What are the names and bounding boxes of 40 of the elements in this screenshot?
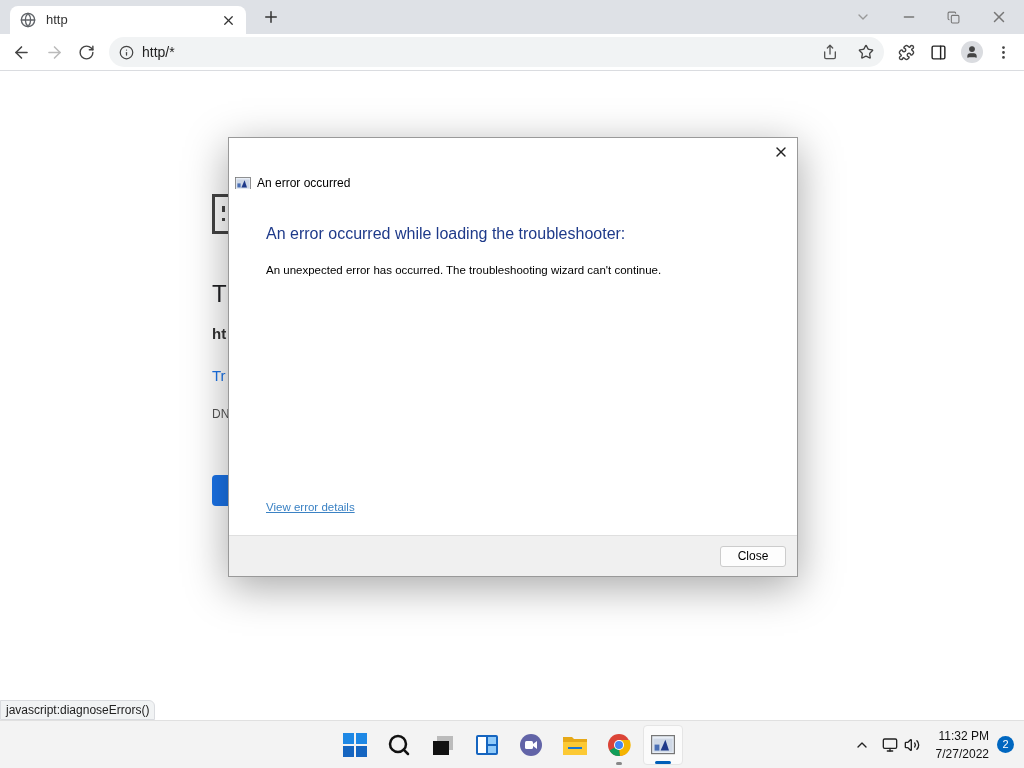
- bookmark-icon[interactable]: [858, 44, 875, 60]
- status-bubble: javascript:diagnoseErrors(): [0, 700, 156, 720]
- side-panel-icon[interactable]: [930, 43, 948, 61]
- new-tab-icon[interactable]: [262, 8, 280, 26]
- page-detail: DN: [212, 406, 230, 423]
- reload-icon[interactable]: [77, 43, 95, 61]
- address-text: http/*: [141, 42, 176, 62]
- troubleshooter-icon: [235, 176, 251, 190]
- widgets-icon: [475, 734, 499, 756]
- dialog-button[interactable]: Close: [720, 545, 786, 567]
- network-icon[interactable]: [881, 736, 898, 753]
- dialog-caption: An error occurred: [257, 175, 351, 192]
- volume-icon[interactable]: [903, 736, 920, 753]
- clock-date[interactable]: 7/27/2022: [935, 744, 989, 763]
- notification-badge[interactable]: 2: [997, 736, 1014, 753]
- globe-icon: [20, 12, 36, 28]
- extensions-icon[interactable]: [898, 43, 916, 61]
- info-icon: [118, 44, 134, 60]
- clock-time[interactable]: 11:32 PM: [938, 726, 989, 745]
- troubleshooter-icon: [651, 735, 675, 755]
- chat-icon: [519, 733, 543, 757]
- profile-icon[interactable]: [961, 41, 984, 63]
- address-bar[interactable]: http/*: [108, 37, 885, 67]
- browser-tab[interactable]: http: [10, 6, 246, 34]
- error-details-link[interactable]: View error details: [266, 501, 355, 513]
- page-heading: T: [212, 282, 227, 306]
- page-link[interactable]: Tr: [212, 364, 226, 387]
- dialog-heading: An error occurred while loading the troubleshooter:: [266, 224, 627, 244]
- search-icon: [387, 733, 411, 757]
- task-view-icon: [431, 734, 455, 756]
- windows-icon: [343, 733, 367, 757]
- share-icon[interactable]: [822, 44, 839, 60]
- chrome-icon: [607, 733, 631, 757]
- page-url: ht: [212, 324, 227, 344]
- tab-title: http: [46, 11, 69, 30]
- restore-icon[interactable]: [947, 10, 960, 24]
- page-error-icon: [212, 194, 228, 234]
- folder-icon: [562, 734, 588, 756]
- taskbar-app[interactable]: [643, 725, 683, 765]
- dialog-message: An unexpected error has occurred. The troubleshooting wizard can't continue.: [266, 263, 663, 278]
